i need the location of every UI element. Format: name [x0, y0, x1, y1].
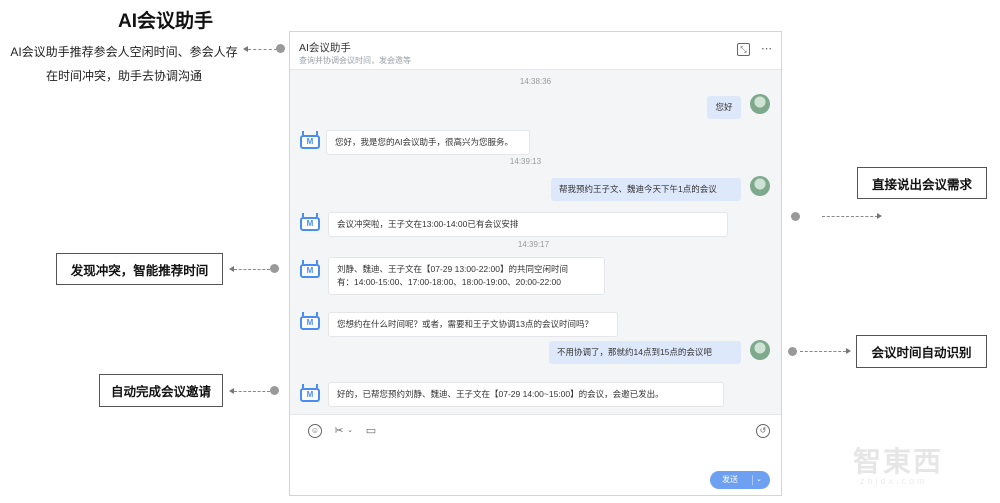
user-message: 您好 — [707, 96, 741, 119]
time-detect-connector — [800, 351, 846, 352]
conflict-connector — [234, 269, 270, 270]
timestamp: 14:39:13 — [509, 157, 542, 166]
send-button[interactable]: 发送 ⌄ — [710, 471, 770, 489]
window-toggle-icon[interactable]: ⤡ — [737, 43, 750, 56]
time-detect-arrow — [846, 348, 851, 354]
history-icon[interactable]: ↺ — [756, 424, 770, 438]
user-message: 不用协调了，那就约14点到15点的会议吧 — [549, 341, 741, 364]
bot-avatar-icon: M — [300, 312, 320, 330]
window-header: AI会议助手 查询并协调会议时间，发会邀等 ⤡ ⋯ — [290, 32, 781, 70]
bot-avatar-icon: M — [300, 131, 320, 149]
invite-connector — [234, 391, 270, 392]
send-divider — [752, 475, 753, 485]
bot-message: 您好，我是您的AI会议助手，很高兴为您服务。 — [326, 130, 530, 155]
folder-upload-icon[interactable]: ▭ — [364, 424, 378, 438]
bot-message: 会议冲突啦，王子文在13:00-14:00已有会议安排 — [328, 212, 728, 237]
direct-connector — [822, 216, 878, 217]
callout-time-detect: 会议时间自动识别 — [856, 335, 987, 368]
chat-window: AI会议助手 查询并协调会议时间，发会邀等 ⤡ ⋯ 14:38:36 您好 M … — [289, 31, 782, 496]
user-avatar — [750, 94, 770, 114]
callout-invite: 自动完成会议邀请 — [99, 374, 223, 407]
time-detect-dot — [788, 347, 797, 356]
timestamp: 14:39:17 — [517, 240, 550, 249]
user-message: 帮我预约王子文、魏迪今天下午1点的会议 — [551, 178, 741, 201]
bot-avatar-icon: M — [300, 384, 320, 402]
bot-avatar-icon: M — [300, 213, 320, 231]
conflict-dot — [270, 264, 279, 273]
callout-direct: 直接说出会议需求 — [857, 167, 987, 199]
scissors-dropdown-icon[interactable]: ⌄ — [343, 424, 357, 438]
direct-dot — [791, 212, 800, 221]
window-title: AI会议助手 — [299, 42, 351, 54]
intro-connector — [248, 49, 277, 50]
message-line: 有：14:00-15:00、17:00-18:00、18:00-19:00、20… — [337, 277, 561, 287]
timestamp: 14:38:36 — [519, 77, 552, 86]
more-icon[interactable]: ⋯ — [760, 43, 773, 56]
bot-message: 好的，已帮您预约刘静、魏迪、王子文在【07-29 14:00~15:00】的会议… — [328, 382, 724, 407]
bot-message: 刘静、魏迪、王子文在【07-29 13:00-22:00】的共同空闲时间 有：1… — [328, 257, 605, 295]
intro-dot — [276, 44, 285, 53]
window-subtitle: 查询并协调会议时间，发会邀等 — [299, 56, 411, 65]
intro-text: AI会议助手推荐参会人空闲时间、参会人存在时间冲突，助手去协调沟通 — [10, 45, 238, 83]
bot-avatar-icon: M — [300, 260, 320, 278]
composer[interactable]: ☺ ✂ ⌄ ▭ ↺ 发送 ⌄ — [290, 414, 781, 495]
user-avatar — [750, 176, 770, 196]
page: AI会议助手 AI会议助手推荐参会人空闲时间、参会人存在时间冲突，助手去协调沟通… — [0, 0, 1000, 503]
chevron-down-icon[interactable]: ⌄ — [756, 471, 762, 489]
callout-conflict: 发现冲突，智能推荐时间 — [56, 253, 223, 285]
bot-message: 您想约在什么时间呢？或者，需要和王子文协调13点的会议时间吗？ — [328, 312, 618, 337]
invite-dot — [270, 386, 279, 395]
message-line: 刘静、魏迪、王子文在【07-29 13:00-22:00】的共同空闲时间 — [337, 264, 568, 274]
emoji-icon[interactable]: ☺ — [308, 424, 322, 438]
user-avatar — [750, 340, 770, 360]
send-label: 发送 — [722, 475, 738, 484]
direct-arrow — [877, 213, 882, 219]
page-headline: AI会议助手 — [118, 11, 214, 32]
watermark-logo-sub: zhidx.com — [860, 476, 928, 486]
watermark-logo: 智東西 — [853, 446, 944, 477]
